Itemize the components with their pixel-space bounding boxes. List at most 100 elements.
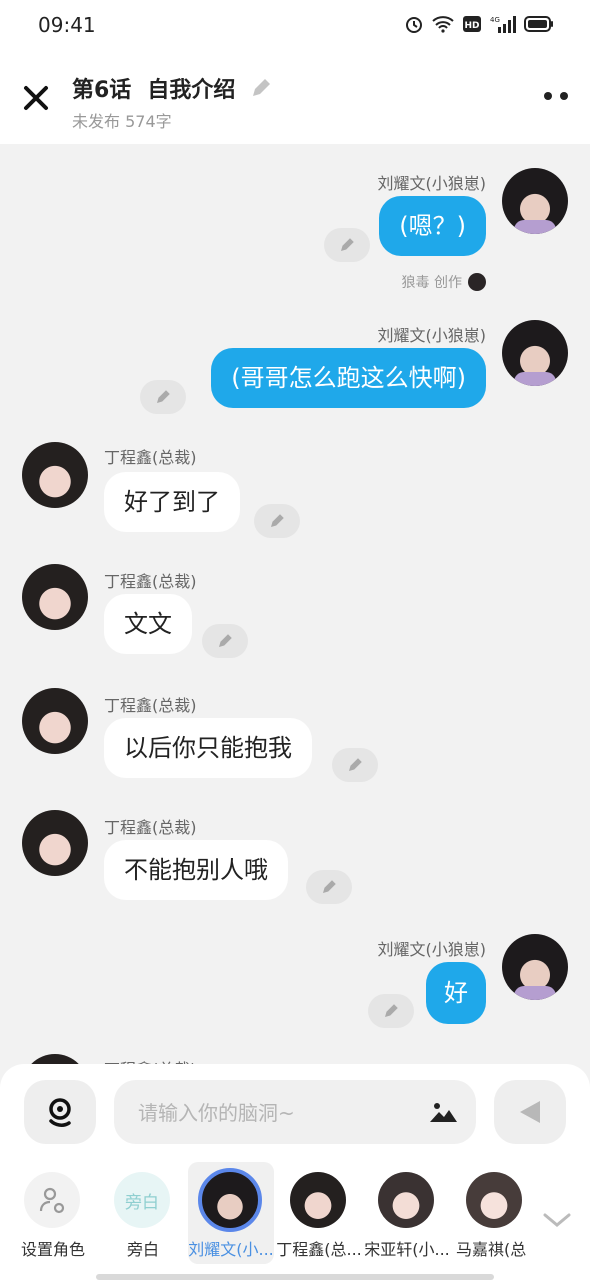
signal-icon: 4G: [490, 16, 516, 33]
speaker-name: 丁程鑫(总裁): [104, 818, 197, 837]
avatar[interactable]: [22, 442, 88, 508]
edit-message-button[interactable]: [254, 504, 300, 538]
status-bar: 09:41 HD 4G: [0, 0, 590, 52]
message-row: 刘耀文(小狼崽) (哥哥怎么跑这么快啊): [0, 294, 590, 418]
message-bubble[interactable]: (哥哥怎么跑这么快啊): [211, 348, 486, 408]
svg-text:HD: HD: [464, 21, 479, 31]
narrator-badge: 旁白: [125, 1192, 159, 1213]
speaker-name: 刘耀文(小狼崽): [377, 940, 487, 959]
message-input[interactable]: [136, 1080, 420, 1146]
avatar[interactable]: [502, 934, 568, 1000]
role-avatar: [290, 1172, 346, 1228]
role-label: 丁程鑫(总...: [276, 1240, 362, 1259]
role-label: 宋亚轩(小...: [364, 1240, 450, 1259]
set-role-avatar: [24, 1172, 80, 1228]
voice-button[interactable]: [24, 1080, 96, 1144]
pencil-icon: [323, 880, 336, 893]
edit-message-button[interactable]: [306, 870, 352, 904]
narrator-avatar: 旁白: [114, 1172, 170, 1228]
role-avatar: [198, 1168, 262, 1232]
role-song-yaxuan[interactable]: 宋亚轩(小...: [364, 1162, 450, 1264]
author-credit: 狼毒 创作: [402, 272, 486, 292]
message-bubble[interactable]: 以后你只能抱我: [104, 718, 312, 778]
message-bubble[interactable]: (嗯？): [379, 196, 486, 256]
close-icon[interactable]: [22, 84, 50, 112]
status-time: 09:41: [38, 13, 96, 37]
role-avatar: [466, 1172, 522, 1228]
dot-icon: [544, 92, 552, 100]
speaker-name: 丁程鑫(总裁): [104, 448, 197, 467]
pencil-icon: [271, 514, 284, 527]
speaker-name: 丁程鑫(总裁): [104, 696, 197, 715]
battery-icon: [524, 16, 553, 32]
role-label: 刘耀文(小...: [188, 1240, 274, 1259]
chat-area[interactable]: 刘耀文(小狼崽) (嗯？) 狼毒 创作 刘耀文(小狼崽) (哥哥怎么跑这么快啊)…: [0, 144, 590, 1064]
message-row: 丁程鑫(总裁) 好了到了: [0, 418, 590, 542]
more-options-button[interactable]: [544, 92, 568, 100]
pencil-icon: [157, 390, 170, 403]
composer-panel: 设置角色 旁白 旁白 刘耀文(小... 丁程鑫(总... 宋亚轩(小... 马嘉…: [0, 1064, 590, 1280]
publish-status: 未发布 574字: [72, 112, 172, 131]
edit-message-button[interactable]: [140, 380, 186, 414]
pencil-icon: [385, 1004, 398, 1017]
send-icon: [520, 1101, 540, 1123]
editor-header: 第6话 自我介绍 未发布 574字: [0, 52, 590, 144]
message-row: 刘耀文(小狼崽) (嗯？) 狼毒 创作: [0, 144, 590, 294]
edit-message-button[interactable]: [368, 994, 414, 1028]
speaker-name: 刘耀文(小狼崽): [377, 174, 487, 193]
credit-text: 狼毒 创作: [401, 275, 462, 291]
message-row: 丁程鑫(总裁) 以后你只能抱我: [0, 664, 590, 788]
avatar[interactable]: [22, 564, 88, 630]
role-selector: 设置角色 旁白 旁白 刘耀文(小... 丁程鑫(总... 宋亚轩(小... 马嘉…: [0, 1162, 590, 1272]
voice-icon: [49, 1098, 71, 1127]
role-ma-jiaqi[interactable]: 马嘉祺(总: [452, 1162, 528, 1264]
chevron-down-icon[interactable]: [542, 1210, 572, 1230]
chapter-title: 自我介绍: [147, 78, 236, 103]
edit-title-icon[interactable]: [249, 76, 273, 100]
edit-message-button[interactable]: [332, 748, 378, 782]
speaker-name: 丁程鑫(总裁): [104, 1056, 197, 1064]
role-label: 马嘉祺(总: [456, 1240, 527, 1259]
avatar[interactable]: [22, 688, 88, 754]
avatar[interactable]: [502, 320, 568, 386]
role-label: 设置角色: [20, 1240, 85, 1259]
edit-message-button[interactable]: [202, 624, 248, 658]
avatar[interactable]: [22, 1054, 88, 1064]
message-row: 丁程鑫(总裁) 文文: [0, 542, 590, 664]
message-bubble[interactable]: 文文: [104, 594, 192, 654]
user-settings-icon: [39, 1187, 65, 1214]
hd-icon: HD: [463, 16, 481, 32]
role-avatar: [378, 1172, 434, 1228]
message-input-box[interactable]: [114, 1080, 476, 1146]
edit-message-button[interactable]: [324, 228, 370, 262]
alarm-icon: [406, 17, 422, 33]
image-icon[interactable]: [428, 1100, 458, 1124]
message-bubble[interactable]: 不能抱别人哦: [104, 840, 288, 900]
role-ding-chengxin[interactable]: 丁程鑫(总...: [276, 1162, 362, 1264]
title-row[interactable]: 第6话 自我介绍: [72, 72, 273, 104]
speaker-name: 刘耀文(小狼崽): [377, 326, 487, 345]
author-avatar: [468, 273, 486, 291]
role-label: 旁白: [126, 1240, 159, 1259]
svg-text:4G: 4G: [490, 16, 500, 24]
speaker-name: 丁程鑫(总裁): [104, 572, 197, 591]
pencil-icon: [349, 758, 362, 771]
role-set-character[interactable]: 设置角色: [10, 1162, 96, 1264]
pencil-icon: [219, 634, 232, 647]
wifi-icon: [432, 16, 454, 33]
status-icons: HD 4G: [404, 14, 554, 34]
episode-number: 第6话: [72, 78, 132, 103]
message-row: 丁程鑫(总裁): [0, 1040, 590, 1064]
home-indicator: [96, 1274, 494, 1280]
avatar[interactable]: [22, 810, 88, 876]
message-row: 刘耀文(小狼崽) 好: [0, 910, 590, 1040]
send-button[interactable]: [494, 1080, 566, 1144]
message-bubble[interactable]: 好: [426, 962, 486, 1024]
message-row: 丁程鑫(总裁) 不能抱别人哦: [0, 788, 590, 910]
role-narrator[interactable]: 旁白 旁白: [100, 1162, 186, 1264]
pencil-icon: [341, 238, 354, 251]
dot-icon: [560, 92, 568, 100]
message-bubble[interactable]: 好了到了: [104, 472, 240, 532]
avatar[interactable]: [502, 168, 568, 234]
role-liu-yaowen[interactable]: 刘耀文(小...: [188, 1162, 274, 1264]
